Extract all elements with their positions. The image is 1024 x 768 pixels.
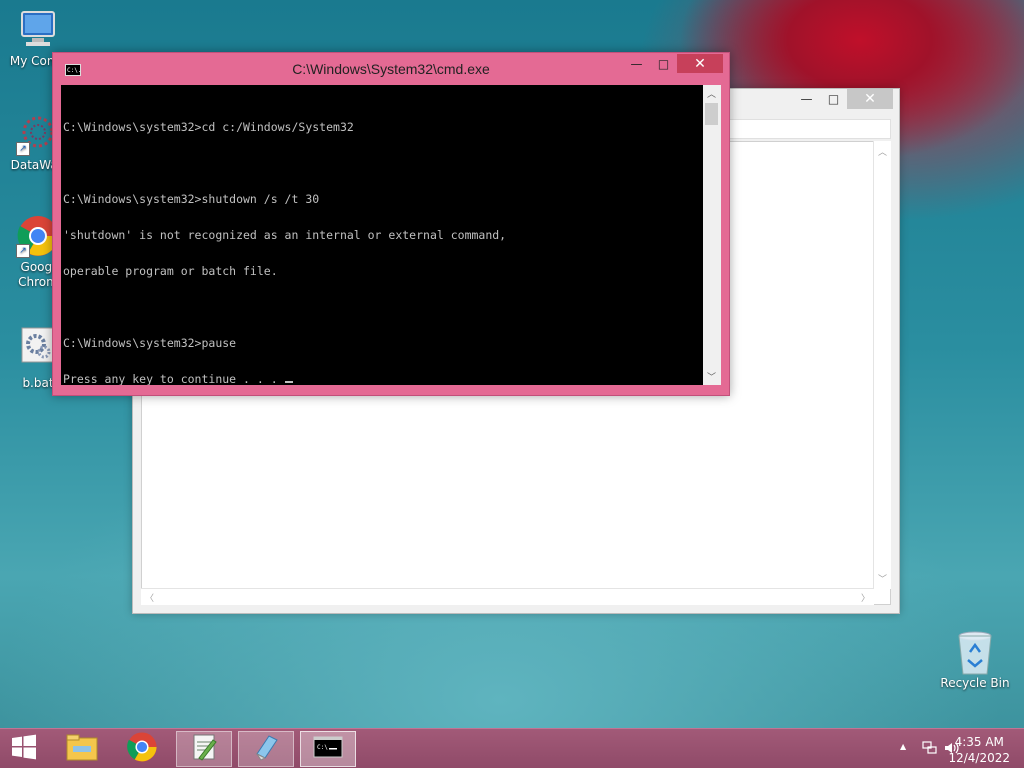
notepad-plus-plus-icon — [189, 732, 219, 766]
show-hidden-icons-button[interactable]: ▲ — [900, 742, 906, 751]
horizontal-scrollbar[interactable]: 〈 〉 — [141, 588, 874, 605]
scrollbar-thumb[interactable] — [705, 103, 718, 125]
close-button[interactable]: ✕ — [847, 89, 893, 109]
console-line: 'shutdown' is not recognized as an inter… — [63, 228, 507, 242]
desktop-icon-recycle-bin[interactable]: Recycle Bin — [936, 630, 1014, 691]
maximize-button[interactable]: □ — [820, 89, 847, 109]
start-button[interactable] — [0, 731, 48, 767]
scroll-down-icon[interactable]: ﹀ — [878, 572, 887, 585]
console-line: C:\Windows\system32>shutdown /s /t 30 — [63, 192, 320, 206]
scroll-right-icon[interactable]: 〉 — [861, 591, 870, 604]
scroll-down-icon[interactable]: ﹀ — [707, 370, 716, 383]
desktop-icon-label: Recycle Bin — [940, 676, 1010, 690]
system-tray: ▲ 4:35 AM 12/4/2022 — [874, 729, 1024, 768]
network-icon[interactable] — [922, 741, 938, 758]
shortcut-arrow-icon: ↗ — [16, 142, 30, 156]
taskbar-chrome[interactable] — [114, 731, 170, 767]
taskbar-file-explorer[interactable] — [54, 731, 110, 767]
console-output[interactable]: C:\Windows\system32>cd c:/Windows/System… — [61, 85, 703, 385]
folder-icon — [65, 732, 99, 766]
clock-time: 4:35 AM — [954, 735, 1004, 749]
recycle-bin-icon — [953, 630, 997, 675]
taskbar: C:\ ▲ 4:35 AM 12/4/2022 — [0, 728, 1024, 768]
notepad-icon — [251, 732, 281, 766]
taskbar-notepad-plus-plus[interactable] — [176, 731, 232, 767]
vertical-scrollbar[interactable]: ︿ ﹀ — [873, 141, 891, 589]
console-line: C:\Windows\system32>cd c:/Windows/System… — [63, 120, 354, 134]
console-line-prompt: Press any key to continue . . . — [63, 373, 701, 385]
close-button[interactable]: ✕ — [677, 54, 723, 73]
shortcut-arrow-icon: ↗ — [16, 244, 30, 258]
console-line: operable program or batch file. — [63, 264, 278, 278]
chrome-icon — [126, 731, 158, 767]
console-line-text: Press any key to continue . . . — [63, 372, 285, 385]
svg-text:C:\: C:\ — [317, 744, 328, 751]
taskbar-cmd[interactable]: C:\ — [300, 731, 356, 767]
scroll-left-icon[interactable]: 〈 — [145, 591, 154, 604]
taskbar-notepad[interactable] — [238, 731, 294, 767]
text-cursor — [284, 381, 293, 383]
console-line: C:\Windows\system32>pause — [63, 336, 237, 350]
cmd-titlebar[interactable]: C:\. C:\Windows\System32\cmd.exe — □ ✕ — [53, 53, 729, 85]
windows-logo-icon — [11, 734, 37, 764]
minimize-button[interactable]: — — [623, 54, 650, 73]
clock[interactable]: 4:35 AM 12/4/2022 — [948, 734, 1010, 766]
minimize-button[interactable]: — — [793, 89, 820, 109]
scroll-up-icon[interactable]: ︿ — [878, 145, 887, 158]
desktop: My Comp ↗ DataWag ↗ Googl Chrom b.bat — … — [0, 0, 1024, 768]
cmd-window[interactable]: C:\. C:\Windows\System32\cmd.exe — □ ✕ C… — [52, 52, 730, 396]
clock-date: 12/4/2022 — [948, 751, 1010, 765]
computer-icon — [16, 8, 60, 52]
scroll-up-icon[interactable]: ︿ — [707, 87, 716, 100]
cmd-vertical-scrollbar[interactable]: ︿ ﹀ — [703, 85, 721, 385]
cmd-icon: C:\ — [313, 736, 343, 762]
maximize-button[interactable]: □ — [650, 54, 677, 73]
